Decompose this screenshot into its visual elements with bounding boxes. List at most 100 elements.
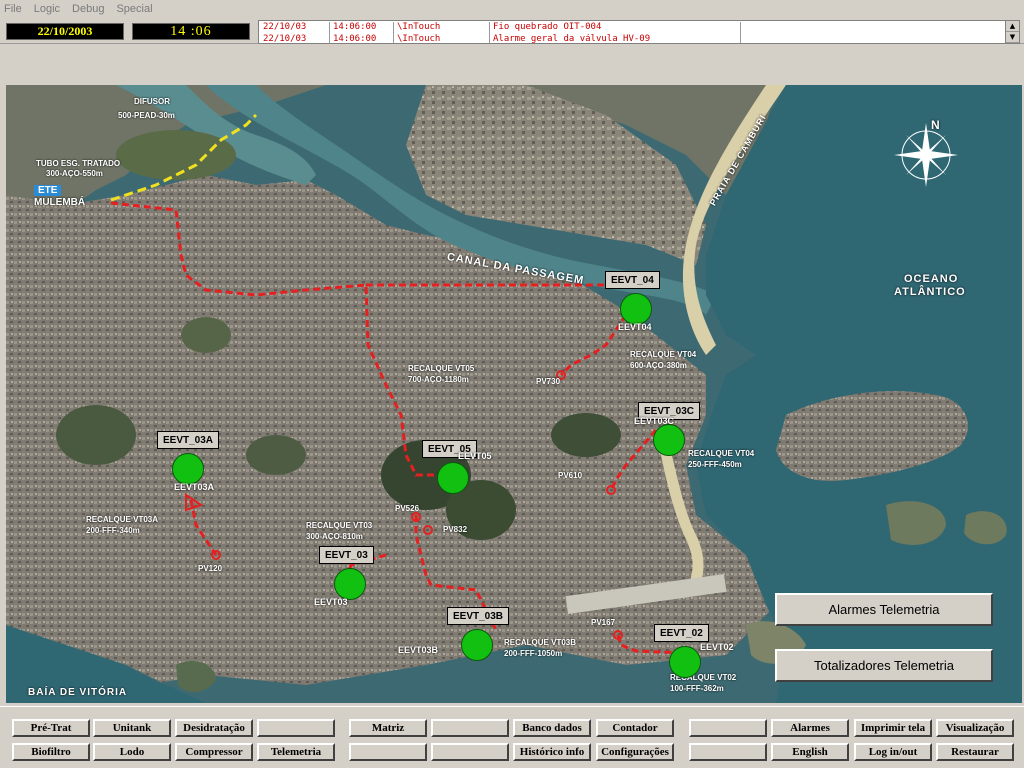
label-tubo: TUBO ESG. TRATADO bbox=[36, 159, 121, 168]
station-status-eevt03c[interactable] bbox=[653, 424, 685, 456]
station-code-eevt03: EEVT03 bbox=[314, 597, 348, 607]
station-status-eevt04[interactable] bbox=[620, 293, 652, 325]
station-status-eevt03b[interactable] bbox=[461, 629, 493, 661]
compass-north-label: N bbox=[931, 118, 940, 132]
alarm-summary-list[interactable]: 22/10/03 14:06:00 \InTouch Fio quebrado … bbox=[258, 20, 1020, 44]
nav-empty-button[interactable] bbox=[689, 719, 767, 737]
station-code-eevt05: EEVT05 bbox=[458, 451, 492, 461]
label-recalque-vt03: RECALQUE VT03 bbox=[306, 521, 373, 530]
alarm-row[interactable]: 22/10/03 14:06:00 \InTouch Alarme geral … bbox=[259, 34, 1007, 43]
station-status-eevt03[interactable] bbox=[334, 568, 366, 600]
menu-file[interactable]: File bbox=[4, 3, 22, 15]
column-divider bbox=[489, 34, 490, 43]
station-status-eevt03a[interactable] bbox=[172, 453, 204, 485]
alarm-time: 14:06:00 bbox=[333, 22, 377, 32]
alarm-scrollbar[interactable]: ▲ ▼ bbox=[1005, 21, 1019, 43]
label-recalque-vt04-a: RECALQUE VT04 bbox=[630, 350, 697, 359]
station-tag-eevt02[interactable]: EEVT_02 bbox=[654, 624, 709, 642]
alarm-time: 14:06:00 bbox=[333, 34, 377, 44]
nav-pre-trat-button[interactable]: Pré-Trat bbox=[12, 719, 90, 737]
station-code-eevt02: EEVT02 bbox=[700, 642, 734, 652]
nav-telemetria-button[interactable]: Telemetria bbox=[257, 743, 335, 761]
alarm-date: 22/10/03 bbox=[263, 34, 307, 44]
label-recalque-vt05-spec: 700-AÇO-1180m bbox=[408, 375, 469, 384]
label-atlantico: ATLÂNTICO bbox=[894, 286, 966, 298]
label-pv730: PV730 bbox=[536, 377, 561, 386]
label-tubo-spec: 300-AÇO-550m bbox=[46, 169, 103, 178]
alarm-source: \InTouch bbox=[397, 34, 441, 44]
nav-matriz-button[interactable]: Matriz bbox=[349, 719, 427, 737]
nav-empty-button[interactable] bbox=[431, 719, 509, 737]
nav-biofiltro-button[interactable]: Biofiltro bbox=[12, 743, 90, 761]
column-divider bbox=[489, 22, 490, 34]
station-code-eevt04: EEVT04 bbox=[618, 322, 652, 332]
nav-imprimir-tela-button[interactable]: Imprimir tela bbox=[854, 719, 932, 737]
label-recalque-vt03-spec: 300-AÇO-810m bbox=[306, 532, 363, 541]
nav-desidratacao-button[interactable]: Desidratação bbox=[175, 719, 253, 737]
label-recalque-vt04-a-spec: 600-AÇO-380m bbox=[630, 361, 687, 370]
label-baia-vitoria: BAÍA DE VITÓRIA bbox=[28, 687, 128, 698]
nav-contador-button[interactable]: Contador bbox=[596, 719, 674, 737]
label-recalque-vt03b: RECALQUE VT03B bbox=[504, 638, 577, 647]
label-recalque-vt03b-spec: 200-FFF-1050m bbox=[504, 649, 563, 658]
station-status-eevt02[interactable] bbox=[669, 646, 701, 678]
nav-log-in-out-button[interactable]: Log in/out bbox=[854, 743, 932, 761]
label-recalque-vt03a-spec: 200-FFF-340m bbox=[86, 526, 140, 535]
header-strip: 22/10/2003 14 :06 22/10/03 14:06:00 \InT… bbox=[0, 18, 1024, 44]
alarm-row[interactable]: 22/10/03 14:06:00 \InTouch Fio quebrado … bbox=[259, 22, 1007, 34]
label-ete-mulembaa: MULEMBÁ bbox=[34, 197, 86, 208]
alarm-date: 22/10/03 bbox=[263, 22, 307, 32]
alarmes-telemetria-button[interactable]: Alarmes Telemetria bbox=[775, 593, 993, 626]
menu-debug[interactable]: Debug bbox=[72, 3, 104, 15]
intouch-window: File Logic Debug Special 22/10/2003 14 :… bbox=[0, 0, 1024, 768]
nav-empty-button[interactable] bbox=[349, 743, 427, 761]
label-difusor-spec: 500-PEAD-30m bbox=[118, 111, 175, 120]
nav-alarmes-button[interactable]: Alarmes bbox=[771, 719, 849, 737]
column-divider bbox=[393, 34, 394, 43]
nav-lodo-button[interactable]: Lodo bbox=[93, 743, 171, 761]
date-display: 22/10/2003 bbox=[6, 23, 124, 40]
label-recalque-vt05: RECALQUE VT05 bbox=[408, 364, 475, 373]
station-tag-eevt04[interactable]: EEVT_04 bbox=[605, 271, 660, 289]
label-ete: ETE bbox=[34, 185, 62, 196]
label-pv526: PV526 bbox=[395, 504, 420, 513]
label-oceano: OCEANO bbox=[904, 273, 959, 285]
menu-special[interactable]: Special bbox=[116, 3, 152, 15]
alarm-source: \InTouch bbox=[397, 22, 441, 32]
alarm-message: Alarme geral da válvula HV-09 bbox=[493, 34, 651, 44]
nav-empty-button[interactable] bbox=[257, 719, 335, 737]
label-pv832: PV832 bbox=[443, 525, 468, 534]
totalizadores-telemetria-button[interactable]: Totalizadores Telemetria bbox=[775, 649, 993, 682]
column-divider bbox=[329, 22, 330, 34]
menu-logic[interactable]: Logic bbox=[34, 3, 60, 15]
label-recalque-vt04-spec: 250-FFF-450m bbox=[688, 460, 742, 469]
menu-bar: File Logic Debug Special bbox=[0, 0, 1024, 18]
nav-empty-button[interactable] bbox=[431, 743, 509, 761]
nav-visualizacao-button[interactable]: Visualização bbox=[936, 719, 1014, 737]
nav-unitank-button[interactable]: Unitank bbox=[93, 719, 171, 737]
label-difusor: DIFUSOR bbox=[134, 97, 170, 106]
column-divider bbox=[329, 34, 330, 43]
scroll-down-icon[interactable]: ▼ bbox=[1006, 32, 1019, 43]
scroll-up-icon[interactable]: ▲ bbox=[1006, 21, 1019, 32]
label-pv610: PV610 bbox=[558, 471, 583, 480]
nav-empty-button[interactable] bbox=[689, 743, 767, 761]
station-tag-eevt03b[interactable]: EEVT_03B bbox=[447, 607, 510, 625]
station-status-eevt05[interactable] bbox=[437, 462, 469, 494]
station-tag-eevt03[interactable]: EEVT_03 bbox=[319, 546, 374, 564]
telemetry-map: N DIFUSOR 500-PEAD-30m TUBO ESG. TRATADO… bbox=[6, 85, 1022, 703]
label-recalque-vt02-spec: 100-FFF-362m bbox=[670, 684, 724, 693]
label-recalque-vt03a: RECALQUE VT03A bbox=[86, 515, 159, 524]
station-tag-eevt03a[interactable]: EEVT_03A bbox=[157, 431, 220, 449]
nav-english-button[interactable]: English bbox=[771, 743, 849, 761]
nav-banco-dados-button[interactable]: Banco dados bbox=[513, 719, 591, 737]
nav-restaurar-button[interactable]: Restaurar bbox=[936, 743, 1014, 761]
alarm-message: Fio quebrado OIT-004 bbox=[493, 22, 602, 32]
nav-configuracoes-button[interactable]: Configurações bbox=[596, 743, 674, 761]
column-divider bbox=[740, 34, 741, 43]
column-divider bbox=[393, 22, 394, 34]
label-pv120: PV120 bbox=[198, 564, 223, 573]
nav-compressor-button[interactable]: Compressor bbox=[175, 743, 253, 761]
time-display: 14 :06 bbox=[132, 23, 250, 40]
nav-historico-info-button[interactable]: Histórico info bbox=[513, 743, 591, 761]
